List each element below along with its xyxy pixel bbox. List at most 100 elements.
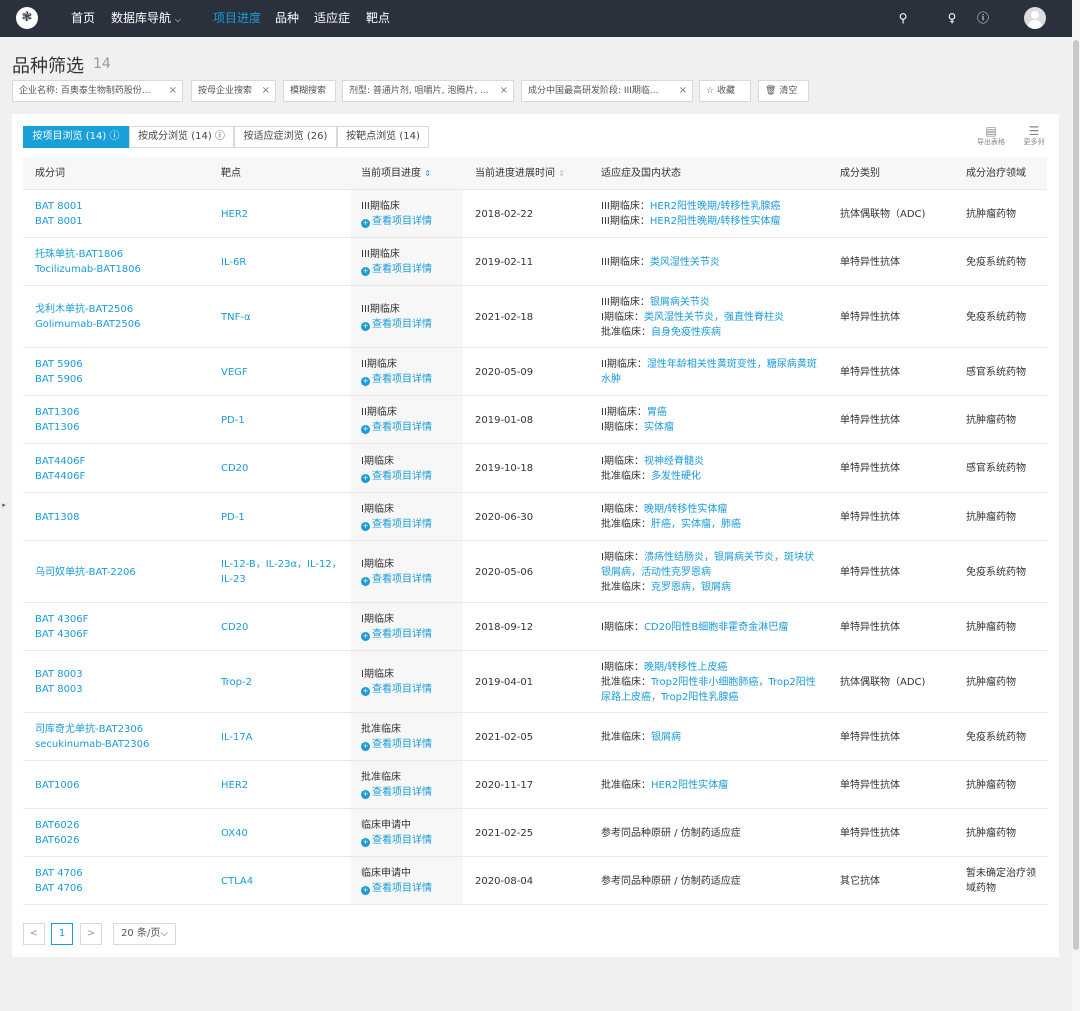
indication-link[interactable]: Trop2阳性非小细胞肺癌，Trop2阳性 bbox=[651, 677, 816, 688]
ingredient-alias-link[interactable]: BAT6026 bbox=[35, 833, 79, 848]
target-link[interactable]: PD-1 bbox=[221, 510, 245, 525]
view-detail-link[interactable]: + 查看项目详情 bbox=[361, 572, 432, 587]
close-icon[interactable]: × bbox=[169, 81, 177, 101]
nav-indication[interactable]: 适应症 bbox=[314, 0, 350, 37]
ingredient-alias-link[interactable]: BAT 8003 bbox=[35, 682, 83, 697]
target-link[interactable]: CD20 bbox=[221, 620, 248, 635]
ingredient-alias-link[interactable]: BAT 5906 bbox=[35, 372, 83, 387]
col-stage[interactable]: 当前项目进度 ⇕ bbox=[361, 157, 431, 190]
tab-by-target[interactable]: 按靶点浏览 (14) bbox=[337, 126, 429, 148]
clear-button[interactable]: 🗑 清空 bbox=[758, 80, 809, 102]
target-link[interactable]: CD20 bbox=[221, 461, 248, 476]
indication-link[interactable]: 视神经脊髓炎 bbox=[644, 456, 704, 467]
ingredient-alias-link[interactable]: BAT1306 bbox=[35, 420, 79, 435]
target-link[interactable]: IL-12-B，IL-23α，IL-12， bbox=[221, 557, 342, 572]
search-icon[interactable]: ⚲ bbox=[895, 10, 911, 26]
indication-link[interactable]: 湿性年龄相关性黄斑变性，糖尿病黄斑 bbox=[647, 359, 817, 370]
target-link[interactable]: IL-17A bbox=[221, 730, 253, 745]
target-link[interactable]: HER2 bbox=[221, 207, 248, 222]
indication-link[interactable]: 胃癌 bbox=[647, 407, 667, 418]
view-detail-link[interactable]: + 查看项目详情 bbox=[361, 372, 432, 387]
target-link[interactable]: CTLA4 bbox=[221, 874, 253, 889]
indication-link[interactable]: 银屑病，活动性克罗恩病 bbox=[601, 567, 711, 578]
ingredient-alias-link[interactable]: BAT4406F bbox=[35, 469, 85, 484]
indication-link[interactable]: HER2阳性晚期/转移性乳腺癌 bbox=[650, 201, 781, 212]
nav-variety[interactable]: 品种 bbox=[275, 0, 299, 37]
indication-link[interactable]: 晚期/转移性上皮癌 bbox=[644, 662, 727, 673]
tab-by-project[interactable]: 按项目浏览 (14) ⓘ bbox=[23, 126, 129, 148]
view-detail-link[interactable]: + 查看项目详情 bbox=[361, 317, 432, 332]
indication-link[interactable]: 肝癌，实体瘤，肺癌 bbox=[651, 519, 741, 530]
tab-by-indication[interactable]: 按适应症浏览 (26) bbox=[234, 126, 337, 148]
indication-link[interactable]: 溃疡性结肠炎，银屑病关节炎，斑块状 bbox=[644, 552, 814, 563]
close-icon[interactable]: × bbox=[500, 81, 508, 101]
more-columns-button[interactable]: ☰ 更多列 bbox=[1014, 124, 1054, 147]
nav-home[interactable]: 首页 bbox=[71, 0, 95, 37]
prev-page-button[interactable]: < bbox=[23, 923, 45, 945]
filter-dosage[interactable]: 剂型: 普通片剂, 咀嚼片, 泡腾片, ... × bbox=[342, 80, 514, 102]
ingredient-name-link[interactable]: 托珠单抗-BAT1806 bbox=[35, 247, 141, 262]
indication-link[interactable]: 银屑病 bbox=[651, 732, 681, 743]
target-link[interactable]: OX40 bbox=[221, 826, 248, 841]
indication-link[interactable]: 银屑病关节炎 bbox=[650, 297, 710, 308]
filter-company[interactable]: 企业名称: 百奥泰生物制药股份... × bbox=[12, 80, 183, 102]
indication-link[interactable]: 类风湿性关节炎 bbox=[650, 257, 720, 268]
ingredient-name-link[interactable]: 司库奇尤单抗-BAT2306 bbox=[35, 722, 149, 737]
logo-icon[interactable]: ❃ bbox=[16, 7, 38, 29]
ingredient-name-link[interactable]: BAT1306 bbox=[35, 405, 79, 420]
sort-icon[interactable]: ⇕ bbox=[424, 169, 431, 178]
target-link[interactable]: PD-1 bbox=[221, 413, 245, 428]
vertical-scrollbar[interactable] bbox=[1072, 0, 1080, 1011]
ingredient-name-link[interactable]: BAT 4706 bbox=[35, 866, 83, 881]
close-icon[interactable]: × bbox=[262, 81, 270, 101]
view-detail-link[interactable]: + 查看项目详情 bbox=[361, 214, 432, 229]
export-table-button[interactable]: ▤ 导出表格 bbox=[971, 124, 1011, 147]
ingredient-alias-link[interactable]: secukinumab-BAT2306 bbox=[35, 737, 149, 752]
indication-link[interactable]: CD20阳性B细胞非霍奇金淋巴瘤 bbox=[644, 622, 788, 633]
ingredient-name-link[interactable]: BAT1308 bbox=[35, 510, 79, 525]
nav-db-navigation[interactable]: 数据库导航 ⌵ bbox=[111, 0, 181, 37]
next-page-button[interactable]: > bbox=[80, 923, 102, 945]
indication-link[interactable]: 尿路上皮癌，Trop2阳性乳腺癌 bbox=[601, 692, 738, 703]
ingredient-alias-link[interactable]: BAT 4306F bbox=[35, 627, 88, 642]
ingredient-name-link[interactable]: BAT1006 bbox=[35, 778, 79, 793]
close-icon[interactable]: × bbox=[679, 81, 687, 101]
avatar[interactable] bbox=[1024, 7, 1046, 29]
ingredient-name-link[interactable]: BAT4406F bbox=[35, 454, 85, 469]
view-detail-link[interactable]: + 查看项目详情 bbox=[361, 469, 432, 484]
filter-stage[interactable]: 成分中国最高研发阶段: III期临... × bbox=[521, 80, 693, 102]
ingredient-name-link[interactable]: BAT 4306F bbox=[35, 612, 88, 627]
target-link[interactable]: IL-23 bbox=[221, 572, 342, 587]
indication-link[interactable]: 自身免疫性疾病 bbox=[651, 327, 721, 338]
view-detail-link[interactable]: + 查看项目详情 bbox=[361, 737, 432, 752]
ingredient-name-link[interactable]: BAT 8001 bbox=[35, 199, 83, 214]
view-detail-link[interactable]: + 查看项目详情 bbox=[361, 881, 432, 896]
indication-link[interactable]: 实体瘤 bbox=[644, 422, 674, 433]
target-link[interactable]: TNF-α bbox=[221, 310, 251, 325]
ingredient-name-link[interactable]: BAT6026 bbox=[35, 818, 79, 833]
view-detail-link[interactable]: + 查看项目详情 bbox=[361, 833, 432, 848]
tab-by-ingredient[interactable]: 按成分浏览 (14) ⓘ bbox=[129, 126, 234, 148]
page-1-button[interactable]: 1 bbox=[51, 923, 73, 945]
target-link[interactable]: IL-6R bbox=[221, 255, 246, 270]
indication-link[interactable]: 类风湿性关节炎，强直性脊柱炎 bbox=[644, 312, 784, 323]
favorite-button[interactable]: ☆ 收藏 bbox=[699, 80, 751, 102]
ingredient-alias-link[interactable]: BAT 4706 bbox=[35, 881, 83, 896]
page-size-select[interactable]: 20 条/页⌵ bbox=[113, 923, 176, 945]
scrollbar-thumb[interactable] bbox=[1073, 40, 1079, 950]
view-detail-link[interactable]: + 查看项目详情 bbox=[361, 517, 432, 532]
indication-link[interactable]: 克罗恩病，银屑病 bbox=[651, 582, 731, 593]
view-detail-link[interactable]: + 查看项目详情 bbox=[361, 785, 432, 800]
view-detail-link[interactable]: + 查看项目详情 bbox=[361, 682, 432, 697]
view-detail-link[interactable]: + 查看项目详情 bbox=[361, 627, 432, 642]
target-link[interactable]: Trop-2 bbox=[221, 675, 252, 690]
nav-project-progress[interactable]: 项目进度 bbox=[213, 0, 261, 37]
ingredient-name-link[interactable]: BAT 8003 bbox=[35, 667, 83, 682]
help-icon[interactable]: ⓘ bbox=[975, 10, 991, 26]
ingredient-alias-link[interactable]: BAT 8001 bbox=[35, 214, 83, 229]
ingredient-alias-link[interactable]: Golimumab-BAT2506 bbox=[35, 317, 140, 332]
indication-link[interactable]: HER2阳性实体瘤 bbox=[651, 780, 728, 791]
ingredient-alias-link[interactable]: Tocilizumab-BAT1806 bbox=[35, 262, 141, 277]
col-time[interactable]: 当前进度进展时间 ⇕ bbox=[475, 157, 565, 190]
nav-target[interactable]: 靶点 bbox=[366, 0, 390, 37]
